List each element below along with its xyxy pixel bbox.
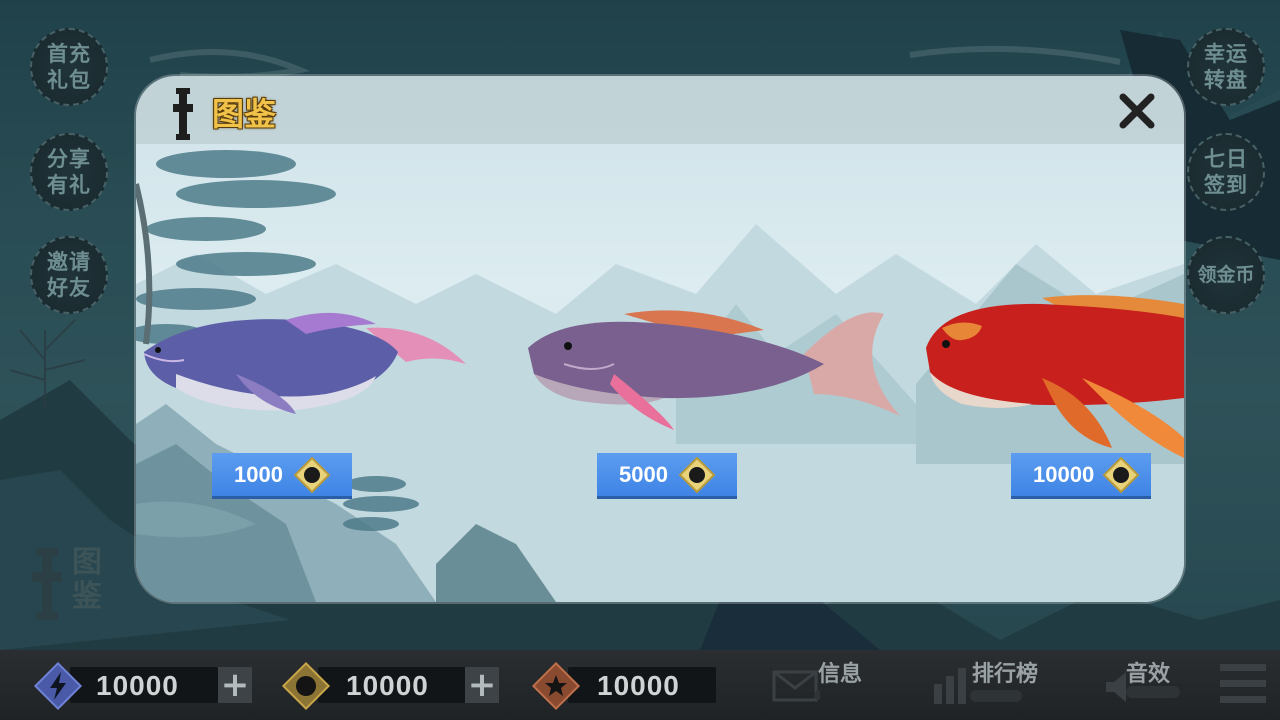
claim-coins-button[interactable]: 领金币 bbox=[1187, 236, 1265, 314]
star-value: 10000 bbox=[597, 670, 680, 701]
price-button-3[interactable]: 10000 bbox=[1011, 453, 1151, 499]
star-icon bbox=[531, 661, 581, 711]
coin-icon bbox=[1102, 456, 1140, 494]
scroll-icon bbox=[32, 548, 62, 620]
claim-coins-label: 领金币 bbox=[1197, 264, 1255, 286]
lucky-wheel-label: 幸运 转盘 bbox=[1204, 42, 1248, 92]
close-icon[interactable] bbox=[1118, 92, 1156, 130]
share-reward-button[interactable]: 分享 有礼 bbox=[30, 133, 108, 211]
fish-purple-carp[interactable] bbox=[524, 304, 904, 434]
invite-friends-label: 邀请 好友 bbox=[47, 250, 91, 300]
collection-modal: 图鉴 1000 5000 10000 bbox=[136, 76, 1184, 602]
mail-icon bbox=[772, 670, 820, 702]
share-reward-label: 分享 有礼 bbox=[47, 147, 91, 197]
seven-day-signin-button[interactable]: 七日 签到 bbox=[1187, 133, 1265, 211]
hamburger-menu-icon[interactable] bbox=[1220, 662, 1266, 706]
add-energy-button[interactable]: + bbox=[218, 667, 252, 703]
messages-button[interactable]: 信息 bbox=[770, 656, 870, 712]
lucky-wheel-button[interactable]: 幸运 转盘 bbox=[1187, 28, 1265, 106]
messages-label: 信息 bbox=[818, 662, 863, 687]
fish-red-whale[interactable] bbox=[922, 288, 1184, 458]
first-recharge-gift-button[interactable]: 首充 礼包 bbox=[30, 28, 108, 106]
coin-icon bbox=[281, 661, 331, 711]
sound-label: 音效 bbox=[1126, 662, 1171, 687]
price-button-2[interactable]: 5000 bbox=[597, 453, 737, 499]
leaderboard-label: 排行榜 bbox=[972, 662, 1039, 687]
modal-header bbox=[136, 76, 1184, 144]
coin-icon bbox=[293, 456, 331, 494]
collection-label: 图 鉴 bbox=[72, 545, 102, 614]
scroll-icon bbox=[173, 88, 193, 140]
add-coins-button[interactable]: + bbox=[465, 667, 499, 703]
sound-button[interactable]: 音效 bbox=[1100, 656, 1190, 712]
lightning-icon bbox=[33, 661, 83, 711]
energy-value: 10000 bbox=[96, 670, 179, 701]
fish-blue-koi[interactable] bbox=[136, 304, 476, 424]
collection-button[interactable]: 图 鉴 bbox=[28, 546, 118, 624]
seven-day-signin-label: 七日 签到 bbox=[1204, 147, 1248, 197]
coin-value: 10000 bbox=[346, 670, 429, 701]
price-value-3: 10000 bbox=[1033, 462, 1095, 487]
invite-friends-button[interactable]: 邀请 好友 bbox=[30, 236, 108, 314]
coin-icon bbox=[678, 456, 716, 494]
price-value-2: 5000 bbox=[619, 462, 668, 487]
modal-title: 图鉴 bbox=[212, 95, 277, 133]
price-button-1[interactable]: 1000 bbox=[212, 453, 352, 499]
price-value-1: 1000 bbox=[234, 462, 283, 487]
first-recharge-gift-label: 首充 礼包 bbox=[47, 42, 91, 92]
leaderboard-button[interactable]: 排行榜 bbox=[928, 656, 1048, 712]
